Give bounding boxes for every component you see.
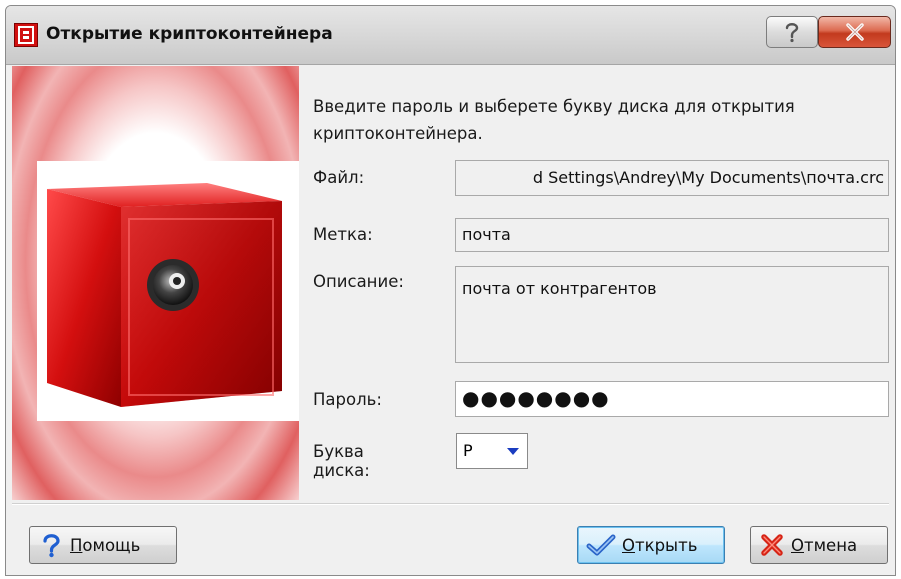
- close-icon: [845, 23, 864, 41]
- title-help-button[interactable]: [766, 16, 818, 48]
- drive-letter-select[interactable]: P: [456, 433, 528, 469]
- tag-label: Метка:: [313, 225, 373, 244]
- password-label: Пароль:: [313, 390, 382, 409]
- file-label: Файл:: [313, 168, 365, 187]
- safe-illustration: [37, 161, 299, 421]
- title-bar[interactable]: Открытие криптоконтейнера: [6, 6, 895, 65]
- app-logo-icon: [14, 23, 38, 47]
- question-mark-icon: [785, 23, 799, 43]
- cancel-button-label: Отмена: [791, 535, 858, 555]
- help-button-label: Помощь: [70, 535, 141, 555]
- help-button[interactable]: Помощь: [29, 526, 177, 564]
- dropdown-arrow-icon: [507, 448, 519, 455]
- open-button[interactable]: Открыть: [577, 526, 725, 564]
- description-label: Описание:: [313, 272, 404, 291]
- dialog-window: Открытие криптоконтейнера Введите пароль…: [5, 5, 896, 576]
- password-input[interactable]: ●●●●●●●●: [455, 381, 889, 417]
- checkmark-icon: [586, 534, 616, 556]
- cancel-x-icon: [761, 534, 783, 556]
- intro-text: Введите пароль и выберете букву диска дл…: [313, 97, 795, 143]
- title-close-button[interactable]: [818, 16, 891, 48]
- cancel-button[interactable]: Отмена: [750, 526, 888, 564]
- drive-letter-value: P: [463, 441, 473, 460]
- banner-image: [12, 66, 299, 500]
- file-path-value: d Settings\Andrey\My Documents\почта.crc: [532, 168, 884, 187]
- drive-letter-label: Буква диска:: [313, 442, 370, 480]
- window-title: Открытие криптоконтейнера: [46, 24, 333, 44]
- description-field[interactable]: почта от контрагентов: [455, 266, 889, 363]
- footer-divider: [12, 503, 889, 505]
- open-button-label: Открыть: [622, 535, 698, 555]
- tag-field[interactable]: почта: [455, 218, 889, 252]
- help-question-icon: [43, 534, 60, 558]
- file-path-field[interactable]: d Settings\Andrey\My Documents\почта.crc: [455, 160, 889, 196]
